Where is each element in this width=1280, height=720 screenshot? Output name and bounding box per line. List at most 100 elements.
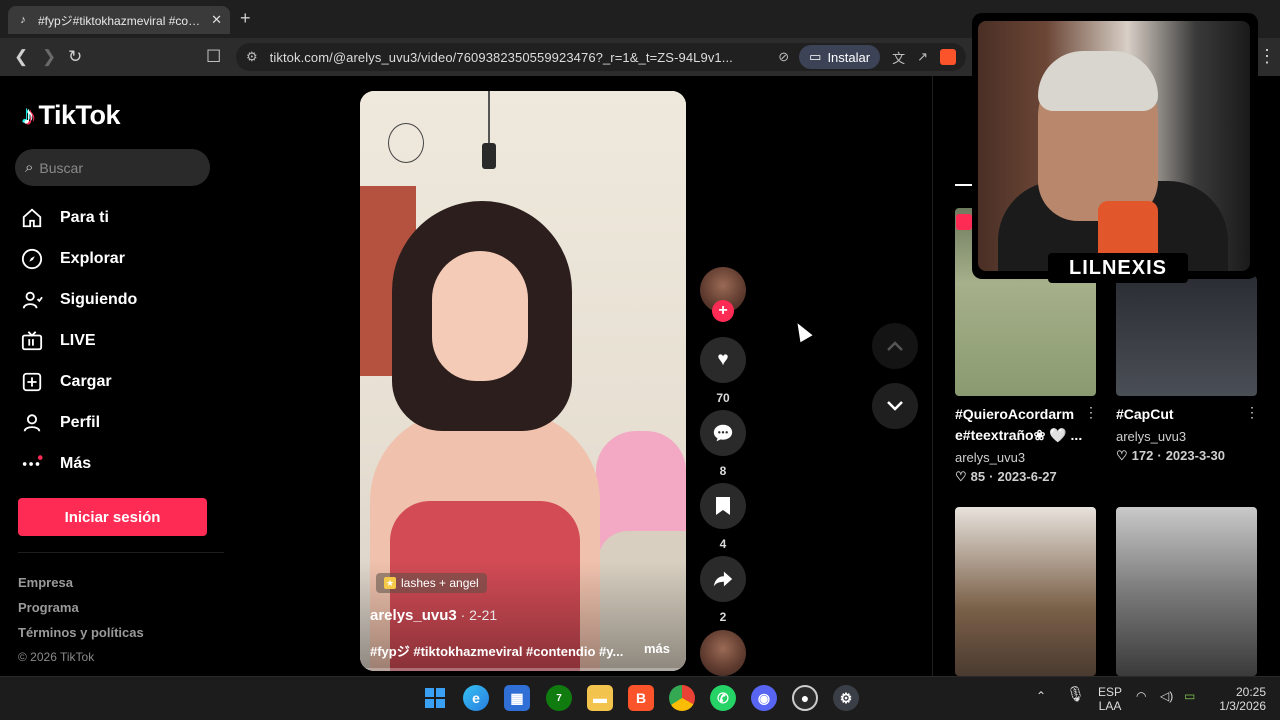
comment-action[interactable]: 8 [700, 410, 746, 478]
tray-overflow-icon[interactable]: ⌃ [1036, 689, 1046, 703]
sidebar-item-label: Cargar [60, 373, 112, 390]
thumbnail-meta: ♡ 85 · 2023-6-27 [955, 469, 1057, 485]
sidebar-item-label: Más [60, 455, 92, 472]
reload-icon[interactable]: ↻ [68, 47, 82, 67]
browser-menu-icon[interactable]: ⋮ [1258, 46, 1276, 67]
share-action[interactable]: 2 [700, 556, 746, 624]
footer-link-terminos[interactable]: Términos y políticas [18, 625, 144, 640]
search-placeholder: Buscar [39, 159, 83, 176]
mouse-cursor-icon [791, 319, 813, 343]
bookmark-icon[interactable] [700, 483, 746, 529]
close-tab-icon[interactable]: ✕ [211, 12, 222, 28]
previous-video-button[interactable] [872, 323, 918, 369]
xbox-icon[interactable]: 7 [546, 685, 572, 711]
browser-tab[interactable]: ♪ #fypジ#tiktokhazmeviral #contendio ✕ [8, 6, 230, 34]
battery-icon[interactable]: ▭ [1184, 689, 1195, 703]
back-icon[interactable]: ❮ [14, 47, 28, 67]
footer-link-empresa[interactable]: Empresa [18, 575, 73, 590]
video-author[interactable]: arelys_uvu3 · 2-21 [370, 607, 497, 624]
more-options-icon[interactable]: ⋮ [1245, 404, 1259, 421]
windows-taskbar: e ▦ 7 ▬ B ✆ ◉ ● ⚙ ⌃ 🎙 ESP LAA ◠ ◁) ▭ 20:… [0, 676, 1280, 720]
address-bar[interactable]: ⚙ tiktok.com/@arelys_uvu3/video/76093823… [236, 43, 966, 71]
edge-icon[interactable]: e [463, 685, 489, 711]
store-icon[interactable]: ▦ [504, 685, 530, 711]
sidebar-item-label: LIVE [60, 332, 96, 349]
sidebar-item-label: Explorar [60, 250, 125, 267]
thumbnail-title-line: #QuieroAcordarm [955, 406, 1075, 422]
sidebar-item-perfil[interactable]: Perfil [20, 411, 100, 435]
video-date: · 2-21 [456, 607, 498, 623]
comment-icon[interactable] [700, 410, 746, 456]
more-dots-icon [20, 452, 44, 476]
thumbnail-author[interactable]: arelys_uvu3 [955, 450, 1025, 465]
thumbnail-likes: 85 [970, 469, 986, 484]
star-icon: ★ [384, 577, 396, 589]
music-tag[interactable]: ★ lashes + angel [376, 573, 487, 593]
brave-browser-icon[interactable]: B [628, 685, 654, 711]
tiktok-sidebar: ♪ TikTok ⌕ Buscar Para ti Explorar Sigui… [0, 76, 228, 676]
settings-gear-icon[interactable]: ⚙ [833, 685, 859, 711]
next-video-button[interactable] [872, 383, 918, 429]
footer-link-programa[interactable]: Programa [18, 600, 79, 615]
discord-icon[interactable]: ◉ [751, 685, 777, 711]
sidebar-item-label: Siguiendo [60, 291, 138, 308]
new-tab-button[interactable]: + [240, 8, 251, 29]
thumbnail-meta: ♡ 172 · 2023-3-30 [1116, 448, 1225, 464]
brave-shields-icon[interactable] [940, 49, 956, 65]
save-action[interactable]: 4 [700, 483, 746, 551]
video-caption: #fypジ #tiktokhazmeviral #contendio #y...… [370, 641, 670, 660]
sidebar-item-label: Para ti [60, 209, 109, 226]
comment-count: 8 [719, 464, 727, 478]
video-thumbnail[interactable] [955, 507, 1096, 676]
obs-icon[interactable]: ● [792, 685, 818, 711]
share-icon[interactable]: ↗ [917, 49, 928, 65]
compass-icon [20, 247, 44, 271]
search-input[interactable]: ⌕ Buscar [15, 149, 210, 186]
language-indicator[interactable]: ESP LAA [1098, 685, 1122, 713]
thumbnail-title[interactable]: #QuieroAcordarm e#teextraño❀ 🤍 ... [955, 404, 1082, 446]
heart-outline-icon: ♡ [955, 469, 967, 484]
bookmark-icon[interactable]: ☐ [206, 47, 221, 67]
site-settings-icon[interactable]: ⚙ [246, 49, 258, 65]
follow-plus-button[interactable]: + [712, 300, 734, 322]
sidebar-item-explorar[interactable]: Explorar [20, 247, 125, 271]
login-button[interactable]: Iniciar sesión [18, 498, 207, 536]
sidebar-item-para-ti[interactable]: Para ti [20, 206, 109, 230]
heart-icon[interactable]: ♥ [700, 337, 746, 383]
install-button[interactable]: ▭ Instalar [799, 45, 881, 69]
sidebar-item-label: Perfil [60, 414, 101, 431]
caption-more-button[interactable]: más [644, 641, 670, 660]
sidebar-item-cargar[interactable]: Cargar [20, 370, 112, 394]
like-action[interactable]: ♥ 70 [700, 337, 746, 405]
more-options-icon[interactable]: ⋮ [1084, 404, 1098, 421]
wifi-icon[interactable]: ◠ [1136, 689, 1146, 703]
url-text[interactable]: tiktok.com/@arelys_uvu3/video/7609382350… [270, 50, 767, 65]
sidebar-item-siguiendo[interactable]: Siguiendo [20, 288, 137, 312]
share-count: 2 [719, 610, 727, 624]
share-arrow-icon[interactable] [700, 556, 746, 602]
thumbnail-title[interactable]: #CapCut [1116, 404, 1174, 425]
translate-icon[interactable]: 文 [892, 48, 905, 67]
windows-start-icon[interactable] [422, 685, 448, 711]
video-thumbnail[interactable] [1116, 507, 1257, 676]
forward-icon[interactable]: ❯ [42, 47, 56, 67]
music-disc-avatar[interactable] [700, 630, 746, 676]
author-name[interactable]: arelys_uvu3 [370, 607, 457, 624]
sidebar-item-live[interactable]: LIVE [20, 329, 96, 353]
profile-icon [20, 411, 44, 435]
video-progress-bar[interactable] [360, 668, 686, 671]
thumbnail-author[interactable]: arelys_uvu3 [1116, 429, 1186, 444]
webcam-feed [978, 21, 1250, 271]
video-thumbnail[interactable] [1116, 276, 1257, 396]
whatsapp-icon[interactable]: ✆ [710, 685, 736, 711]
tiktok-logo[interactable]: ♪ TikTok [22, 100, 121, 131]
file-explorer-icon[interactable]: ▬ [587, 685, 613, 711]
microphone-tray-icon[interactable]: 🎙 [1066, 687, 1085, 702]
chrome-icon[interactable] [669, 685, 695, 711]
clock[interactable]: 20:25 1/3/2026 [1214, 685, 1266, 713]
volume-icon[interactable]: ◁) [1160, 689, 1173, 703]
video-player[interactable]: ★ lashes + angel arelys_uvu3 · 2-21 #fyp… [360, 91, 686, 671]
media-off-icon[interactable]: ⊘ [778, 49, 789, 65]
caption-text: #fypジ #tiktokhazmeviral #contendio #y... [370, 644, 624, 659]
sidebar-item-mas[interactable]: Más [20, 452, 91, 476]
